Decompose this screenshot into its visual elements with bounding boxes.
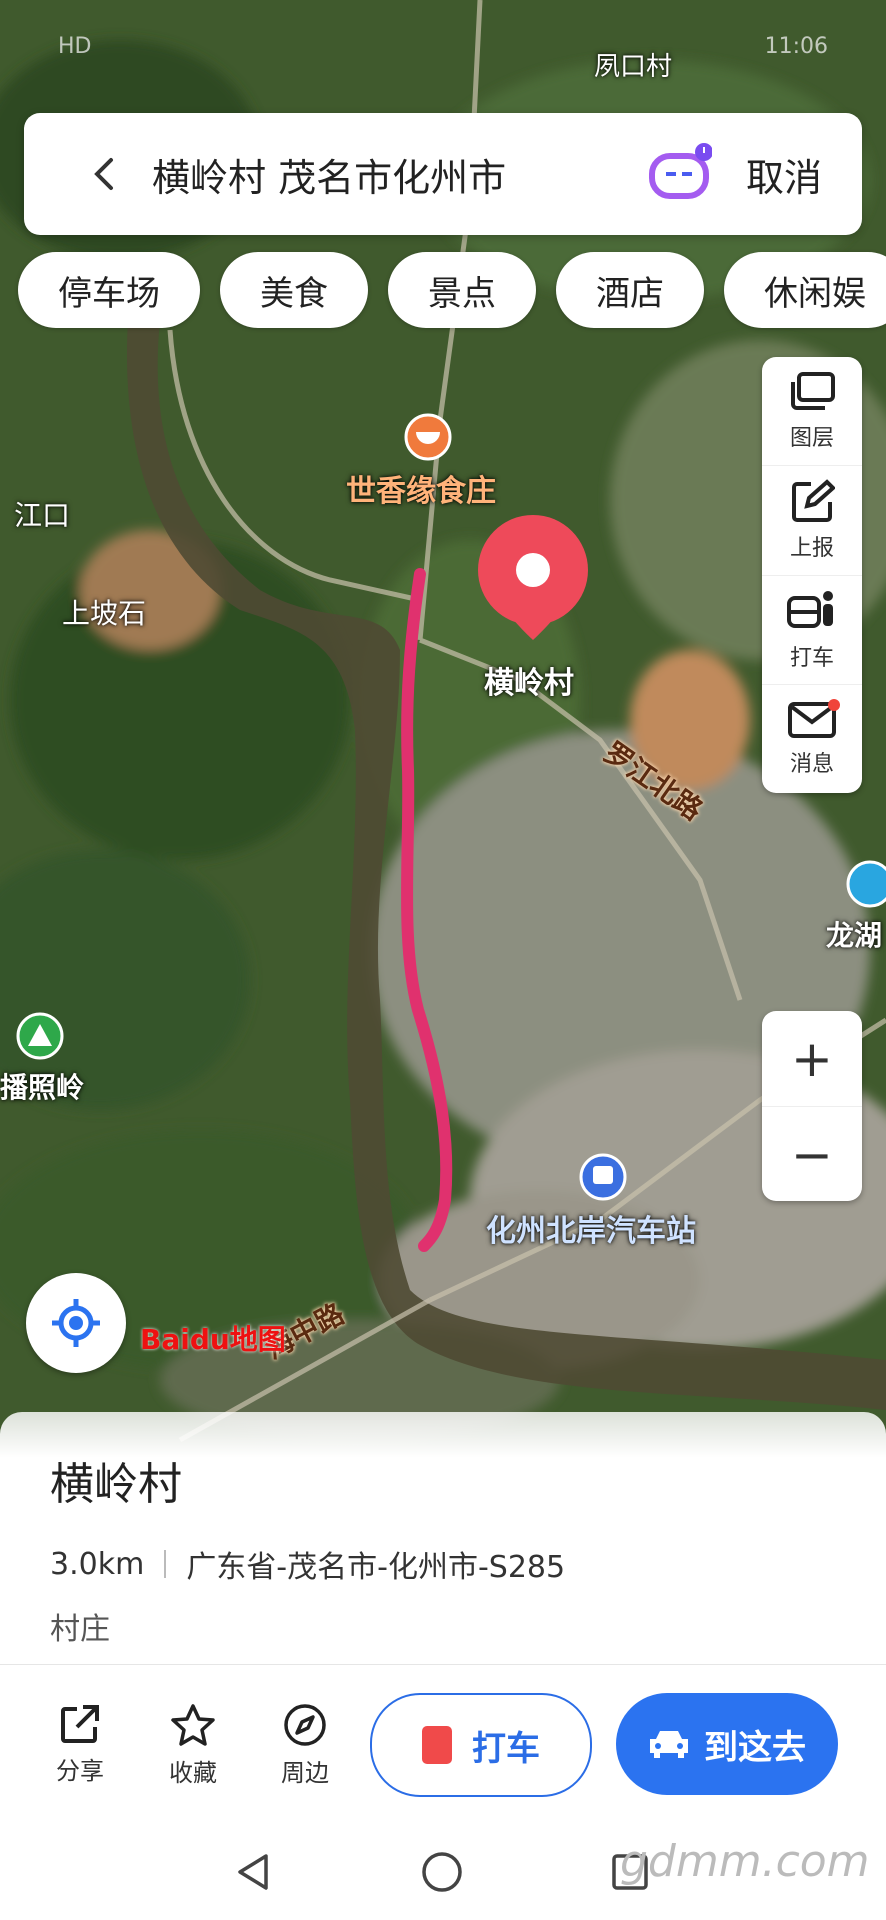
back-arrow-icon[interactable] — [70, 139, 140, 209]
star-icon — [171, 1704, 215, 1746]
chip-scenic[interactable]: 景点 — [388, 252, 536, 328]
notification-dot — [828, 698, 840, 711]
map-label-panzhaoling[interactable]: 播照岭 — [0, 1066, 84, 1106]
category-chips: 停车场 美食 景点 酒店 休闲娱 — [18, 252, 886, 328]
messages-button[interactable]: 消息 — [762, 683, 862, 793]
go-here-button[interactable]: 到这去 — [616, 1693, 838, 1795]
search-query-text[interactable]: 横岭村 茂名市化州市 — [152, 147, 648, 202]
map-label-bus-station[interactable]: 化州北岸汽车站 — [486, 1206, 696, 1250]
baidu-map-logo: Baidu地图 — [140, 1323, 286, 1356]
crosshair-icon — [52, 1299, 100, 1347]
layers-button[interactable]: 图层 — [762, 357, 862, 465]
taxi-button[interactable]: 打车 — [370, 1693, 592, 1797]
mountain-poi-icon[interactable] — [16, 1012, 64, 1060]
taxi-person-icon — [787, 590, 833, 628]
nav-back-icon[interactable] — [232, 1850, 276, 1894]
place-name: 横岭村 — [50, 1459, 182, 1510]
nearby-button[interactable]: 周边 — [265, 1703, 345, 1788]
zoom-in-button[interactable]: + — [762, 1011, 862, 1107]
my-location-button[interactable] — [26, 1273, 126, 1373]
report-edit-icon — [792, 479, 835, 523]
search-bar: 横岭村 茂名市化州市 取消 — [24, 113, 862, 235]
share-label: 分享 — [56, 1757, 104, 1785]
messages-label: 消息 — [789, 751, 834, 777]
nav-home-icon[interactable] — [420, 1850, 464, 1894]
ai-assistant-icon[interactable] — [648, 142, 713, 206]
taxi-tool-label: 打车 — [789, 645, 834, 671]
place-distance: 3.0km — [50, 1546, 145, 1582]
place-info-card[interactable]: 横岭村 3.0km 广东省-茂名市-化州市-S285 村庄 — [0, 1412, 886, 1664]
report-label: 上报 — [789, 536, 834, 562]
cancel-button[interactable]: 取消 — [746, 147, 822, 202]
action-bar: 分享 收藏 周边 打车 到这去 — [0, 1664, 886, 1827]
chip-parking[interactable]: 停车场 — [18, 252, 200, 328]
place-type: 村庄 — [50, 1612, 110, 1647]
chip-food[interactable]: 美食 — [220, 252, 368, 328]
map-label-shangposhi: 上坡石 — [62, 597, 147, 630]
bus-station-icon[interactable] — [579, 1153, 627, 1201]
status-time: 11:06 — [764, 34, 828, 59]
map-label-marker[interactable]: 横岭村 — [484, 658, 574, 702]
meta-divider — [164, 1550, 167, 1578]
go-here-label: 到这去 — [704, 1727, 806, 1768]
watermark: gdmm.com — [620, 1836, 870, 1887]
report-button[interactable]: 上报 — [762, 465, 862, 574]
place-address: 广东省-茂名市-化州市-S285 — [186, 1550, 566, 1585]
place-meta: 3.0km 广东省-茂名市-化州市-S285 — [50, 1542, 565, 1586]
share-icon — [61, 1705, 99, 1743]
longhu-poi-icon[interactable] — [846, 860, 886, 908]
taxi-app-icon — [422, 1726, 452, 1764]
compass-icon — [284, 1704, 326, 1746]
map-label-longhu[interactable]: 龙湖 — [826, 914, 882, 954]
layers-icon — [791, 372, 835, 411]
map-label-restaurant[interactable]: 世香缘食庄 — [346, 466, 496, 510]
car-icon — [650, 1731, 688, 1758]
favorite-button[interactable]: 收藏 — [153, 1703, 233, 1788]
zoom-out-button[interactable]: − — [762, 1107, 862, 1202]
status-bar: HD 11:06 — [58, 34, 828, 68]
taxi-tool-button[interactable]: 打车 — [762, 574, 862, 684]
status-carrier: HD — [58, 34, 92, 59]
restaurant-poi-icon[interactable] — [404, 413, 452, 461]
zoom-controls: + − — [762, 1011, 862, 1201]
favorite-label: 收藏 — [169, 1759, 217, 1787]
nearby-label: 周边 — [281, 1759, 329, 1787]
share-button[interactable]: 分享 — [40, 1703, 120, 1786]
chip-hotel[interactable]: 酒店 — [556, 252, 704, 328]
layers-label: 图层 — [789, 426, 834, 452]
map-label-jiangkou: 江口 — [14, 499, 71, 532]
map-tool-panel: 图层 上报 打车 消息 — [762, 357, 862, 793]
chip-leisure[interactable]: 休闲娱 — [724, 252, 886, 328]
taxi-button-label: 打车 — [472, 1728, 540, 1769]
